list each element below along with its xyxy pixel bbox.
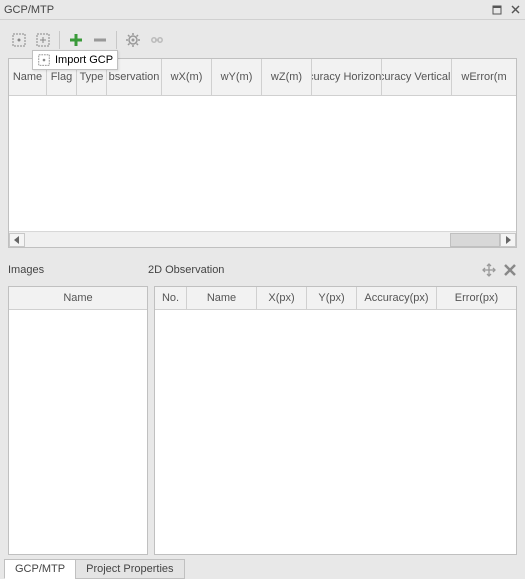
delete-icon[interactable] bbox=[503, 263, 517, 277]
images-col-name[interactable]: Name bbox=[9, 287, 147, 309]
import-gcp-icon bbox=[37, 53, 51, 67]
close-icon[interactable] bbox=[509, 4, 521, 16]
col-acc-h[interactable]: Accuracy Horizon(m) bbox=[312, 59, 382, 95]
tab-gcp-mtp[interactable]: GCP/MTP bbox=[4, 559, 76, 579]
observation-table[interactable]: No. Name X(px) Y(px) Accuracy(px) Error(… bbox=[154, 286, 517, 555]
settings-button[interactable] bbox=[122, 29, 144, 51]
images-section-title: Images bbox=[8, 264, 148, 276]
obs-col-y[interactable]: Y(px) bbox=[307, 287, 357, 309]
bottom-tabs: GCP/MTP Project Properties bbox=[0, 555, 525, 579]
col-wy[interactable]: wY(m) bbox=[212, 59, 262, 95]
remove-button[interactable] bbox=[89, 29, 111, 51]
toolbar-separator bbox=[116, 31, 117, 49]
gcp-table[interactable]: Name Flag Type bservation wX(m) wY(m) wZ… bbox=[8, 58, 517, 248]
titlebar: GCP/MTP bbox=[0, 0, 525, 20]
col-acc-v[interactable]: Accuracy Vertical(m) bbox=[382, 59, 452, 95]
link-button[interactable] bbox=[146, 29, 168, 51]
scrollbar-thumb[interactable] bbox=[450, 233, 500, 247]
gcp-mtp-panel: GCP/MTP bbox=[0, 0, 525, 579]
scroll-left-icon[interactable] bbox=[9, 233, 25, 247]
col-wx[interactable]: wX(m) bbox=[162, 59, 212, 95]
horizontal-scrollbar[interactable] bbox=[9, 231, 516, 247]
obs-col-no[interactable]: No. bbox=[155, 287, 187, 309]
tooltip-label: Import GCP bbox=[55, 54, 113, 66]
undock-icon[interactable] bbox=[491, 4, 503, 16]
add-button[interactable] bbox=[65, 29, 87, 51]
export-gcp-button[interactable] bbox=[32, 29, 54, 51]
import-gcp-button[interactable] bbox=[8, 29, 30, 51]
obs-col-x[interactable]: X(px) bbox=[257, 287, 307, 309]
observation-table-body[interactable] bbox=[155, 310, 516, 554]
move-icon[interactable] bbox=[481, 262, 497, 278]
images-table-header: Name bbox=[9, 287, 147, 310]
obs-col-name[interactable]: Name bbox=[187, 287, 257, 309]
toolbar: Import GCP bbox=[8, 26, 517, 54]
toolbar-separator bbox=[59, 31, 60, 49]
scrollbar-track[interactable] bbox=[25, 233, 500, 247]
images-table[interactable]: Name bbox=[8, 286, 148, 555]
obs-col-err[interactable]: Error(px) bbox=[437, 287, 516, 309]
observation-section-title: 2D Observation bbox=[148, 264, 481, 276]
col-wz[interactable]: wZ(m) bbox=[262, 59, 312, 95]
obs-col-acc[interactable]: Accuracy(px) bbox=[357, 287, 437, 309]
panel-title: GCP/MTP bbox=[4, 4, 491, 16]
gcp-table-body[interactable] bbox=[9, 96, 516, 231]
import-gcp-tooltip: Import GCP bbox=[32, 50, 118, 70]
observation-table-header: No. Name X(px) Y(px) Accuracy(px) Error(… bbox=[155, 287, 516, 310]
tab-project-properties[interactable]: Project Properties bbox=[75, 559, 184, 579]
scroll-right-icon[interactable] bbox=[500, 233, 516, 247]
images-table-body[interactable] bbox=[9, 310, 147, 554]
col-werror[interactable]: wError(m bbox=[452, 59, 516, 95]
